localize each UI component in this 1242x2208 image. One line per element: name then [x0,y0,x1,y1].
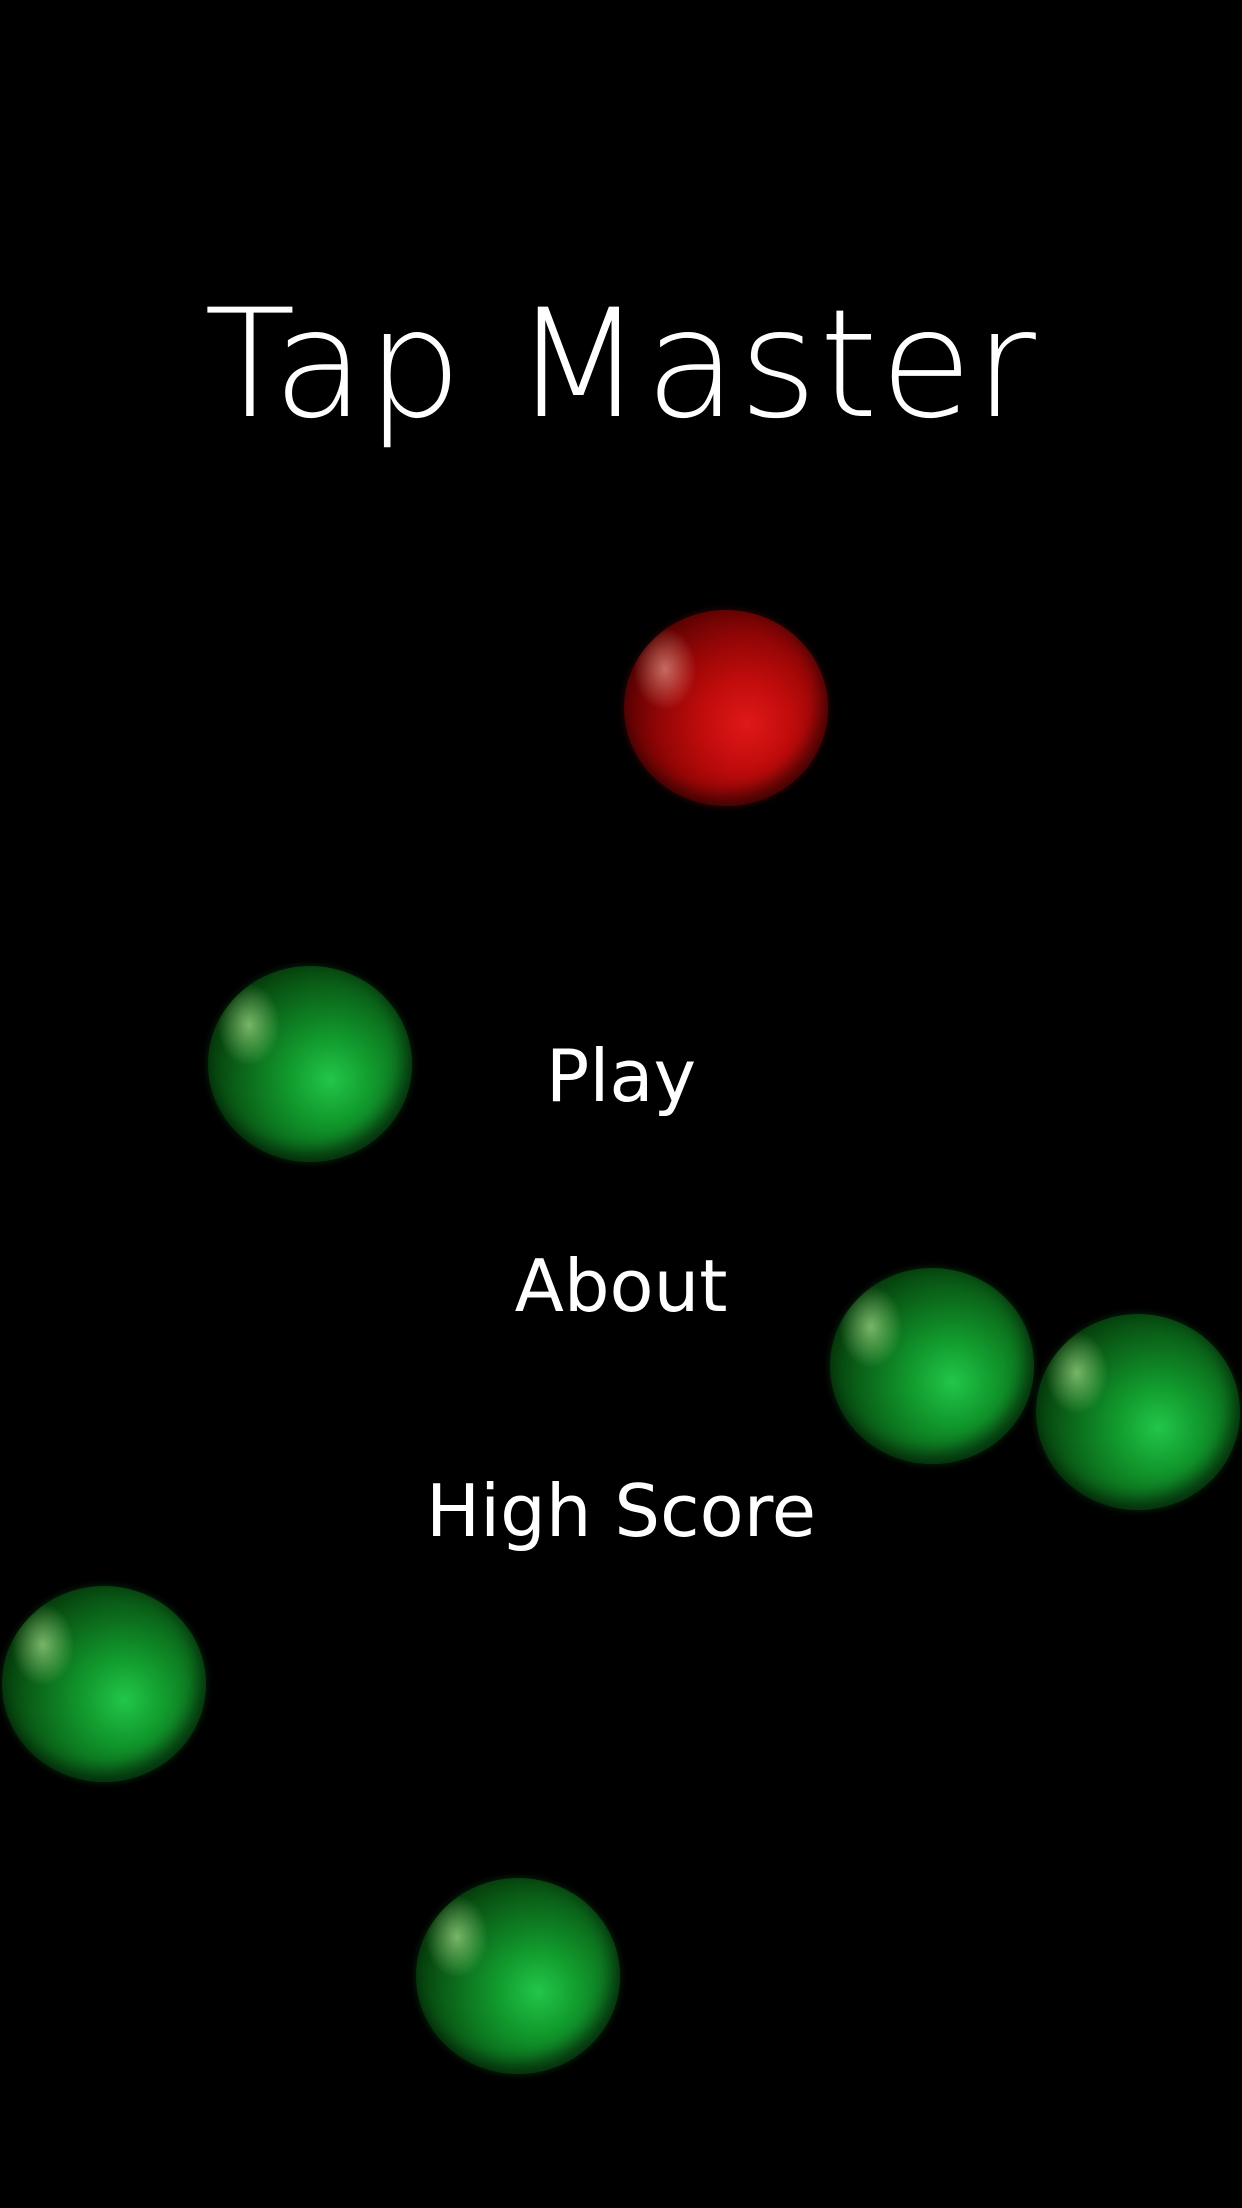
green-ball[interactable] [830,1268,1034,1464]
main-menu-screen: Tap Master Play About High Score [0,0,1242,2208]
red-ball[interactable] [624,610,828,806]
high-score-button[interactable]: High Score [0,1475,1242,1547]
green-ball[interactable] [2,1586,206,1782]
game-title: Tap Master [204,278,1038,452]
about-button[interactable]: About [0,1250,1242,1322]
play-button[interactable]: Play [0,1040,1242,1112]
green-ball[interactable] [416,1878,620,2074]
